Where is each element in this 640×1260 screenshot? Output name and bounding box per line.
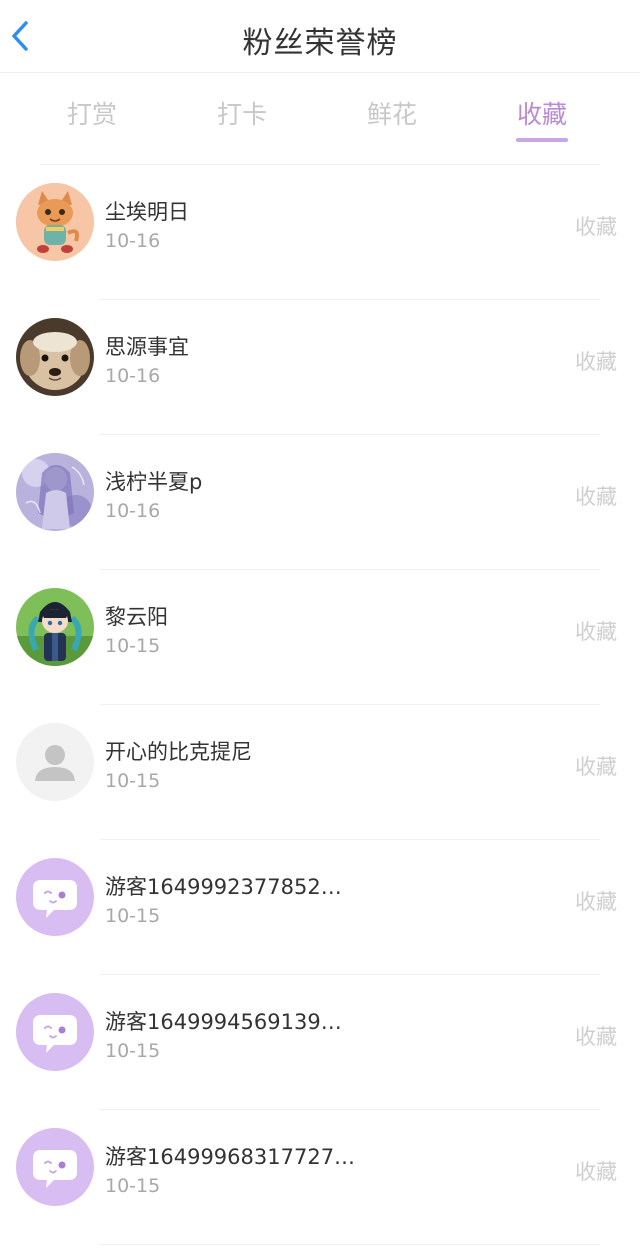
default-user-avatar[interactable] (16, 723, 94, 801)
tab-favorites[interactable]: 收藏 (492, 95, 592, 131)
row-divider (100, 1244, 600, 1245)
list-item[interactable]: 黎云阳 10-15 收藏 (0, 570, 640, 705)
favorite-date: 10-16 (105, 500, 161, 522)
favorite-label: 收藏 (575, 890, 617, 914)
active-tab-indicator (516, 138, 568, 142)
guest-chat-avatar[interactable] (16, 858, 94, 936)
list-item[interactable]: 游客16499968317727… 10-15 收藏 (0, 1110, 640, 1245)
user-name: 开心的比克提尼 (105, 740, 252, 764)
tab-reward[interactable]: 打赏 (42, 95, 142, 131)
anime-character-avatar[interactable] (16, 588, 94, 666)
guest-chat-avatar[interactable] (16, 993, 94, 1071)
dog-photo-avatar[interactable] (16, 318, 94, 396)
user-name: 游客1649994569139… (105, 1010, 342, 1034)
favorite-date: 10-15 (105, 770, 161, 792)
user-name: 游客16499968317727… (105, 1145, 356, 1169)
user-name: 思源事宜 (105, 335, 189, 359)
anime-illustration-avatar[interactable] (16, 453, 94, 531)
favorite-label: 收藏 (575, 485, 617, 509)
favorite-date: 10-16 (105, 230, 161, 252)
favorite-label: 收藏 (575, 620, 617, 644)
list-item[interactable]: 浅柠半夏p 10-16 收藏 (0, 435, 640, 570)
user-name: 游客1649992377852… (105, 875, 342, 899)
fan-list: 尘埃明日 10-16 收藏 思源事宜 10-16 收藏 浅柠半夏p 10-16 … (0, 165, 640, 1245)
cartoon-cat-avatar[interactable] (16, 183, 94, 261)
top-nav-bar: 粉丝荣誉榜 (0, 0, 640, 73)
guest-chat-avatar[interactable] (16, 1128, 94, 1206)
tab-checkin[interactable]: 打卡 (192, 95, 292, 131)
favorite-label: 收藏 (575, 1025, 617, 1049)
favorite-date: 10-15 (105, 1040, 161, 1062)
favorite-date: 10-15 (105, 905, 161, 927)
fan-honor-page: 粉丝荣誉榜 打赏 打卡 鲜花 收藏 尘埃明日 10-16 收藏 思源事宜 10-… (0, 0, 640, 1260)
page-title: 粉丝荣誉榜 (242, 26, 398, 61)
user-name: 黎云阳 (105, 605, 168, 629)
list-item[interactable]: 游客1649992377852… 10-15 收藏 (0, 840, 640, 975)
tab-flowers[interactable]: 鲜花 (342, 95, 442, 131)
list-item[interactable]: 思源事宜 10-16 收藏 (0, 300, 640, 435)
favorite-label: 收藏 (575, 1160, 617, 1184)
favorite-date: 10-15 (105, 1175, 161, 1197)
list-item[interactable]: 开心的比克提尼 10-15 收藏 (0, 705, 640, 840)
favorite-label: 收藏 (575, 755, 617, 779)
favorite-label: 收藏 (575, 350, 617, 374)
tab-bar: 打赏 打卡 鲜花 收藏 (0, 73, 640, 165)
favorite-date: 10-15 (105, 635, 161, 657)
user-name: 尘埃明日 (105, 200, 189, 224)
list-item[interactable]: 尘埃明日 10-16 收藏 (0, 165, 640, 300)
favorite-label: 收藏 (575, 215, 617, 239)
user-name: 浅柠半夏p (105, 470, 203, 494)
favorite-date: 10-16 (105, 365, 161, 387)
list-item[interactable]: 游客1649994569139… 10-15 收藏 (0, 975, 640, 1110)
